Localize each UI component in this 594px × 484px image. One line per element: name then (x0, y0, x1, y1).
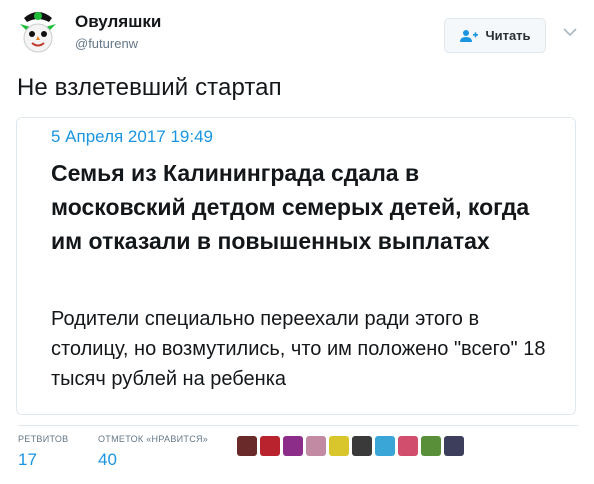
liker-avatar-5[interactable] (329, 436, 349, 456)
tweet: Овуляшки @futurenw Читать Не взлетевший … (0, 0, 594, 484)
likes-count: 40 (98, 450, 117, 469)
liker-avatar-7[interactable] (375, 436, 395, 456)
retweets-count: 17 (18, 450, 37, 469)
author-name[interactable]: Овуляшки (75, 12, 161, 32)
liker-avatar-3[interactable] (283, 436, 303, 456)
retweets-stat[interactable]: РЕТВИТОВ 17 (18, 434, 68, 470)
tweet-stats: РЕТВИТОВ 17 ОТМЕТОК «НРАВИТСЯ» 40 (18, 425, 578, 475)
card-headline: Семья из Калининграда сдала в московский… (51, 160, 530, 254)
liker-avatar-6[interactable] (352, 436, 372, 456)
liker-avatar-9[interactable] (421, 436, 441, 456)
liker-avatars (237, 436, 464, 456)
likes-label: ОТМЕТОК «НРАВИТСЯ» (98, 434, 209, 444)
author-avatar[interactable] (14, 8, 62, 56)
liker-avatar-1[interactable] (237, 436, 257, 456)
card-description: Родители специально переехали ради этого… (51, 308, 546, 390)
card-date: 5 Апреля 2017 19:49 (51, 127, 213, 146)
owl-avatar-icon (14, 8, 62, 56)
liker-avatar-10[interactable] (444, 436, 464, 456)
liker-avatar-2[interactable] (260, 436, 280, 456)
follow-person-icon (460, 29, 479, 42)
likes-stat[interactable]: ОТМЕТОК «НРАВИТСЯ» 40 (98, 434, 208, 470)
author-handle[interactable]: @futurenw (75, 36, 138, 51)
follow-button-label: Читать (485, 28, 531, 43)
retweets-label: РЕТВИТОВ (18, 434, 69, 444)
link-card[interactable]: 5 Апреля 2017 19:49 Семья из Калининград… (16, 117, 576, 415)
liker-avatar-4[interactable] (306, 436, 326, 456)
chevron-down-icon[interactable] (563, 28, 577, 37)
follow-button[interactable]: Читать (444, 18, 546, 53)
liker-avatar-8[interactable] (398, 436, 418, 456)
tweet-text: Не взлетевший стартап (17, 74, 282, 101)
